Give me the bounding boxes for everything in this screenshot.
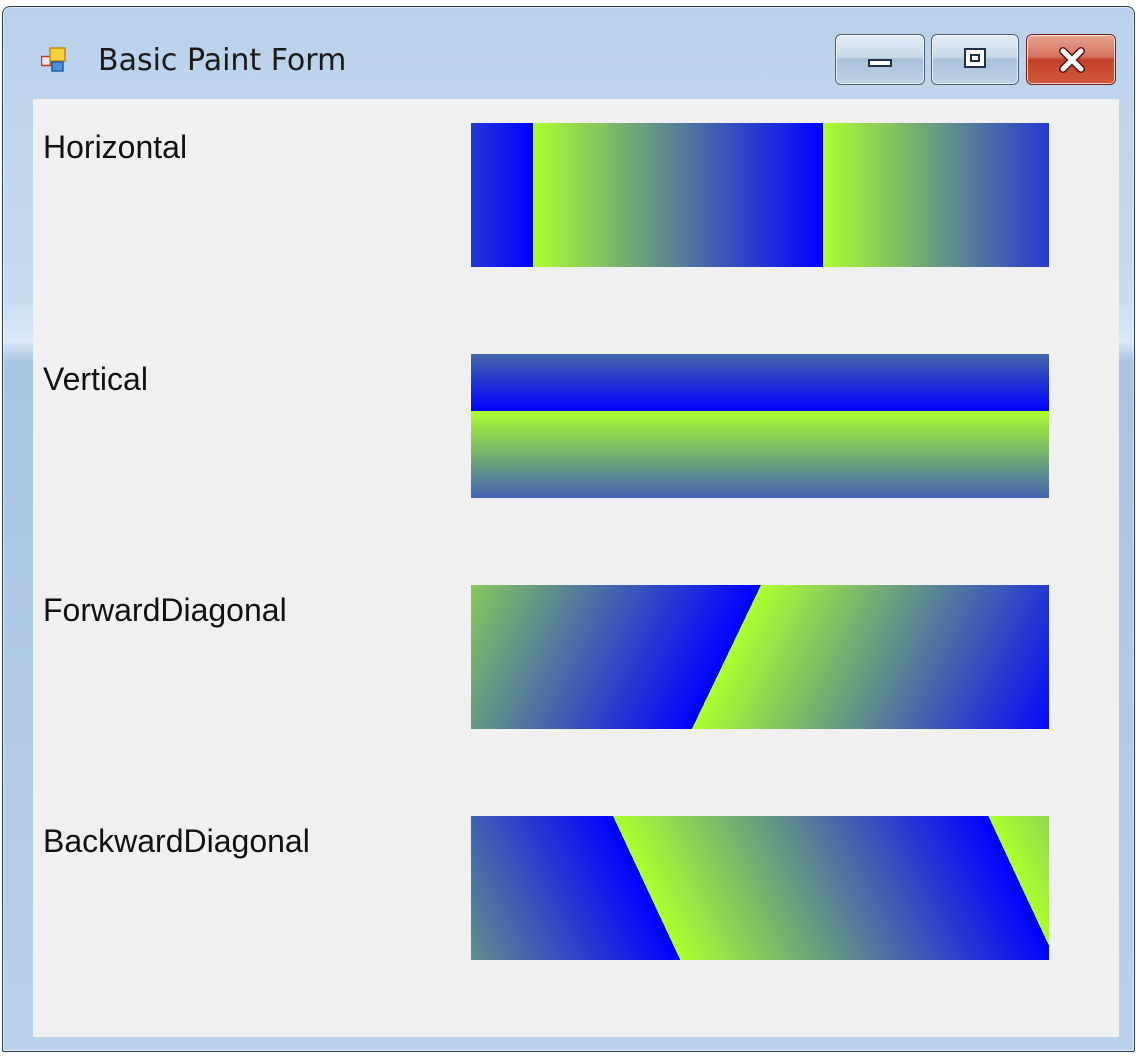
- forward-diagonal-gradient-swatch: [471, 585, 1049, 729]
- vertical-label: Vertical: [43, 361, 148, 397]
- close-icon: [1059, 47, 1085, 73]
- vertical-gradient-swatch: [471, 354, 1049, 498]
- window-title: Basic Paint Form: [98, 43, 347, 78]
- gradient-fill: [471, 816, 1049, 960]
- minimize-button[interactable]: [835, 34, 925, 85]
- close-button[interactable]: [1026, 34, 1116, 85]
- winforms-app-icon[interactable]: [41, 47, 67, 73]
- minimize-icon: [868, 59, 892, 67]
- horizontal-gradient-swatch: [471, 123, 1049, 267]
- horizontal-label: Horizontal: [43, 129, 188, 165]
- maximize-button[interactable]: [931, 34, 1019, 85]
- form-client-area: Horizontal Vertical ForwardDiagonal Back…: [33, 99, 1119, 1037]
- backward-diagonal-label: BackwardDiagonal: [43, 823, 310, 859]
- title-bar[interactable]: Basic Paint Form: [3, 7, 1134, 91]
- forward-diagonal-label: ForwardDiagonal: [43, 592, 287, 628]
- gradient-fill: [471, 354, 1049, 498]
- main-window: Basic Paint Form Horizontal Vertical For…: [2, 6, 1135, 1052]
- gradient-fill: [471, 123, 1049, 267]
- backward-diagonal-gradient-swatch: [471, 816, 1049, 960]
- gradient-fill: [471, 585, 1049, 729]
- maximize-icon: [964, 48, 986, 68]
